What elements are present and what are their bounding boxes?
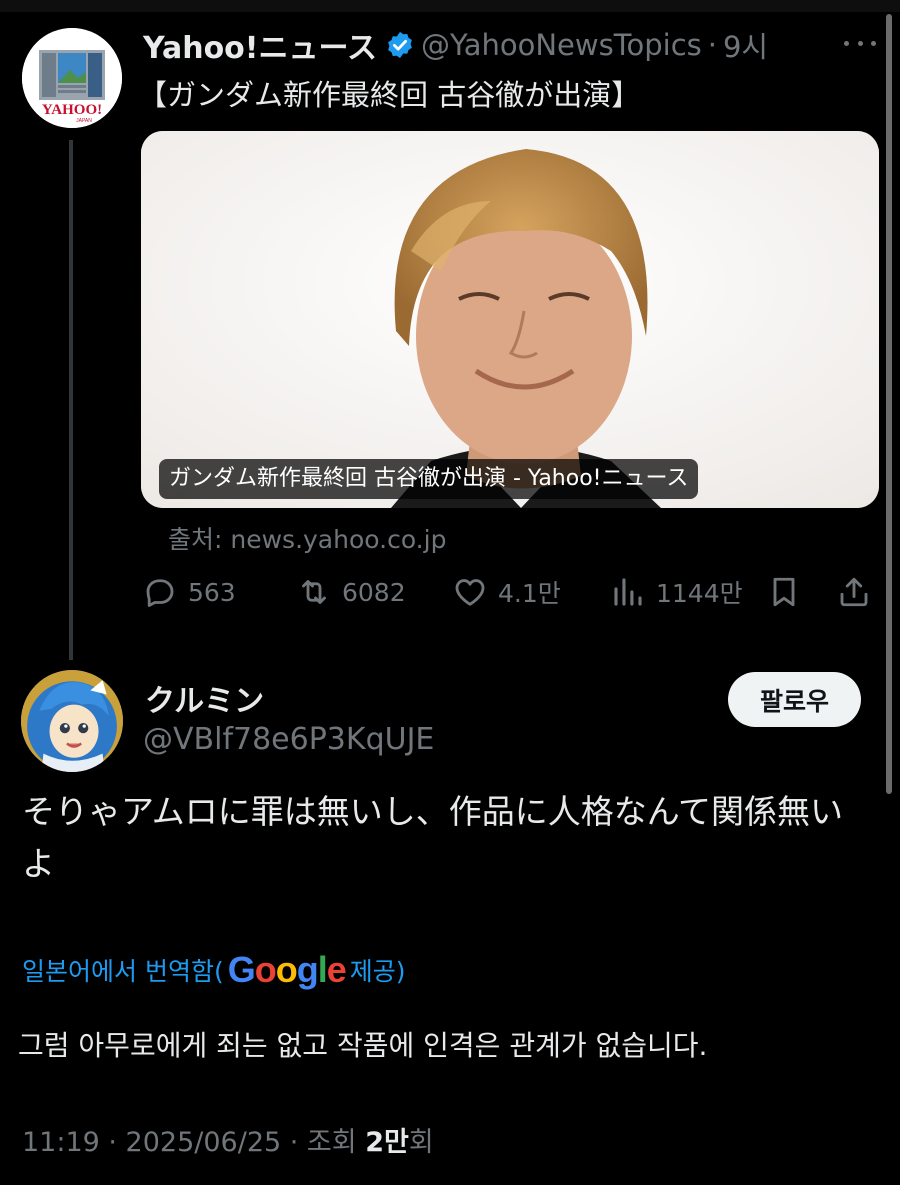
retweet-button[interactable]: 6082 [296,568,406,616]
tweet-timestamp[interactable]: 11:19 · 2025/06/25 · 조회 [22,1127,365,1158]
thread-line [69,140,73,660]
reply-author-name[interactable]: クルミン [145,676,264,720]
tweet-meta: 11:19 · 2025/06/25 · 조회 2만회 [22,1120,434,1159]
heart-icon [455,579,485,606]
parent-tweet-header: Yahoo!ニュース @YahooNewsTopics · 9시 [143,24,768,66]
retweet-count: 6082 [342,577,406,607]
parent-tweet-text: 【ガンダム新作最終回 古谷徹が出演】 [138,78,641,112]
view-count-suffix: 회 [408,1127,434,1158]
avatar-logo-text: YAHOO! [42,102,102,118]
author-handle[interactable]: @YahooNewsTopics [421,28,702,62]
follow-button[interactable]: 팔로우 [728,672,861,727]
yahoo-news-avatar[interactable]: YAHOO! JAPAN [22,28,122,128]
more-options-icon[interactable] [840,28,880,58]
google-logo: Google [227,949,347,990]
retweet-icon [302,580,326,604]
view-count-bold: 2만 [365,1127,409,1158]
translated-by-google-link[interactable]: 일본어에서 번역함( Google 제공) [22,949,406,990]
author-name[interactable]: Yahoo!ニュース [143,23,377,67]
reply-author-handle[interactable]: @VBlf78e6P3KqUJE [143,722,434,757]
user-avatar[interactable] [21,670,123,772]
translation-prefix: 일본어에서 번역함( [22,957,224,986]
share-button[interactable] [836,568,872,616]
card-source[interactable]: 출처: news.yahoo.co.jp [168,520,446,556]
verified-badge-icon[interactable] [385,30,415,60]
share-icon [840,577,868,607]
reply-tweet-text: そりゃアムロに罪は無いし、作品に人格なんて関係無いよ [22,792,844,883]
bookmark-button[interactable] [766,568,802,616]
reply-icon [146,579,174,607]
reply-count: 563 [188,577,236,607]
reply-button[interactable]: 563 [142,568,236,616]
action-bar: 563 6082 4.1만 1144만 [140,568,880,616]
like-count: 4.1만 [498,579,561,608]
separator-dot: · [707,28,717,62]
top-status-strip [0,0,900,12]
views-chart-icon [614,578,642,606]
view-count: 1144만 [656,579,743,608]
scrollbar[interactable] [886,14,892,794]
tweet-time[interactable]: 9시 [723,24,768,66]
like-button[interactable]: 4.1만 [452,568,561,616]
card-photo [141,131,879,508]
bookmark-icon [773,577,795,607]
translated-text: 그럼 아무로에게 죄는 없고 작품에 인격은 관계가 없습니다. [18,1029,708,1062]
card-caption: ガンダム新作最終回 古谷徹が出演 - Yahoo!ニュース [159,459,699,499]
translation-suffix: 제공) [349,957,406,986]
avatar-logo-subtext: JAPAN [76,118,92,124]
link-card[interactable]: ガンダム新作最終回 古谷徹が出演 - Yahoo!ニュース [141,131,879,508]
views-button[interactable]: 1144만 [610,568,743,616]
